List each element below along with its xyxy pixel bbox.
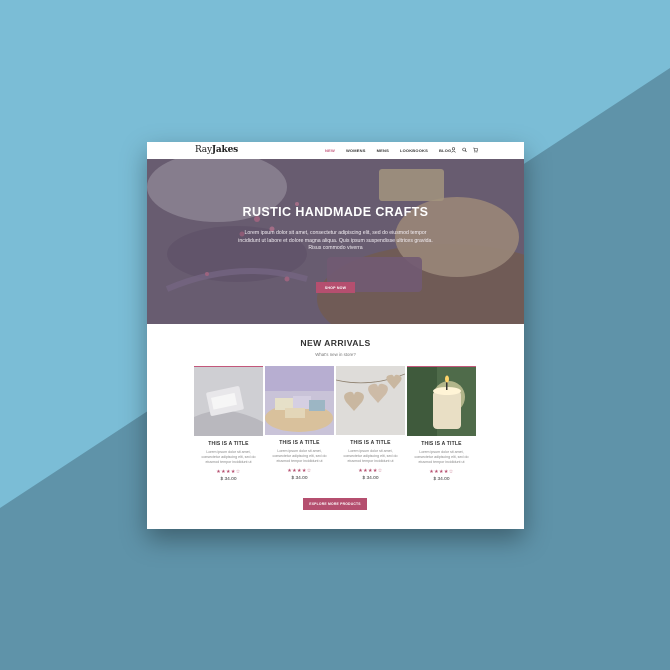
product-image[interactable] <box>336 366 405 435</box>
product-rating: ★★★★☆ <box>287 468 312 474</box>
product-title[interactable]: THIS IS A TITLE <box>407 441 476 447</box>
nav-item-lookbooks[interactable]: LOOKBOOKS <box>400 148 428 153</box>
product-rating: ★★★★☆ <box>358 468 383 474</box>
product-price: $ 34.00 <box>220 477 237 482</box>
cart-icon[interactable] <box>473 147 478 153</box>
nav-item-womens[interactable]: WOMENS <box>346 148 366 153</box>
product-rating: ★★★★☆ <box>429 469 454 475</box>
product-title[interactable]: THIS IS A TITLE <box>194 441 263 447</box>
nav-item-blog[interactable]: BLOG <box>439 148 451 153</box>
logo-text-jakes: Jakes <box>211 145 238 155</box>
product-card[interactable]: THIS IS A TITLE Lorem ipsum dolor sit am… <box>336 366 405 481</box>
product-grid: THIS IS A TITLE Lorem ipsum dolor sit am… <box>194 366 478 486</box>
product-price: $ 34.00 <box>433 477 450 482</box>
section-subtitle: What's new in store? <box>315 352 356 357</box>
brand-logo[interactable]: RayJakes <box>195 145 238 155</box>
product-price: $ 34.00 <box>291 476 308 481</box>
product-title[interactable]: THIS IS A TITLE <box>336 440 405 446</box>
product-rating: ★★★★☆ <box>216 469 241 475</box>
hero-text: Lorem ipsum dolor sit amet, consectetur … <box>238 230 433 252</box>
product-card[interactable]: THIS IS A TITLE Lorem ipsum dolor sit am… <box>265 366 334 481</box>
product-description: Lorem ipsum dolor sit amet, consectetur … <box>414 450 469 464</box>
nav-item-new[interactable]: NEW <box>325 148 335 153</box>
product-description: Lorem ipsum dolor sit amet, consectetur … <box>343 449 398 463</box>
website-mockup: RayJakes NEW WOMENS MENS LOOKBOOKS BLOG <box>147 142 524 529</box>
product-description: Lorem ipsum dolor sit amet, consectetur … <box>272 449 327 463</box>
shop-now-button[interactable]: SHOP NOW <box>316 282 355 293</box>
hero-banner: RUSTIC HANDMADE CRAFTS Lorem ipsum dolor… <box>147 159 524 324</box>
logo-text-ray: Ray <box>195 145 212 155</box>
nav-item-mens[interactable]: MENS <box>377 148 389 153</box>
product-image[interactable] <box>265 366 334 435</box>
explore-more-button[interactable]: EXPLORE MORE PRODUCTS <box>303 498 367 510</box>
product-description: Lorem ipsum dolor sit amet, consectetur … <box>201 450 256 464</box>
user-icon[interactable] <box>451 147 456 153</box>
product-card[interactable]: THIS IS A TITLE Lorem ipsum dolor sit am… <box>194 366 263 482</box>
search-icon[interactable] <box>462 147 467 153</box>
product-price: $ 34.00 <box>362 476 379 481</box>
top-navigation: RayJakes NEW WOMENS MENS LOOKBOOKS BLOG <box>147 142 524 159</box>
section-title: NEW ARRIVALS <box>300 338 371 348</box>
hero-title: RUSTIC HANDMADE CRAFTS <box>242 205 429 219</box>
nav-icons <box>451 147 478 153</box>
product-card[interactable]: THIS IS A TITLE Lorem ipsum dolor sit am… <box>407 366 476 482</box>
product-image[interactable] <box>194 366 263 436</box>
product-title[interactable]: THIS IS A TITLE <box>265 440 334 446</box>
main-menu: NEW WOMENS MENS LOOKBOOKS BLOG <box>325 148 462 153</box>
product-image[interactable] <box>407 366 476 436</box>
